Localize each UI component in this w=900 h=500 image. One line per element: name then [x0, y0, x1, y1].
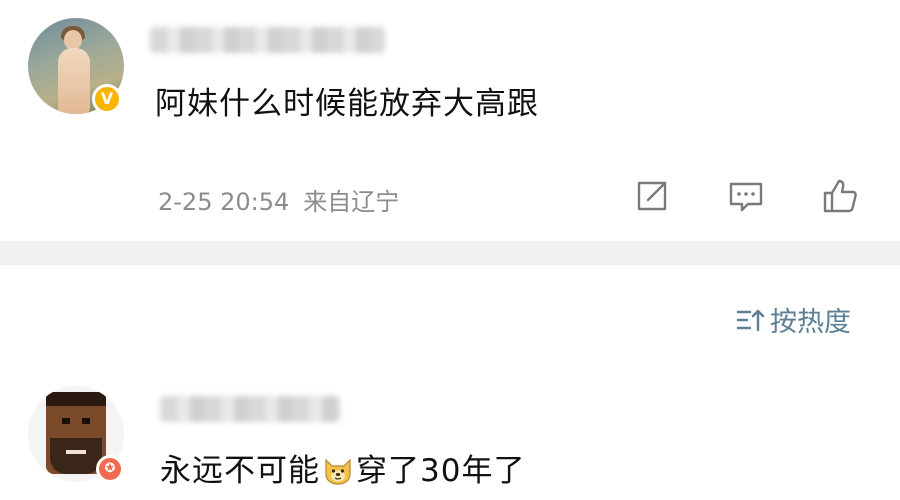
username-blurred[interactable]	[160, 396, 340, 422]
sort-label: 按热度	[770, 307, 851, 338]
comment-text-part: 永远不可能	[160, 453, 320, 489]
sort-icon	[736, 309, 765, 331]
username-blurred[interactable]	[150, 27, 385, 53]
section-divider	[0, 241, 900, 265]
comment-text-part: 穿了30年了	[356, 453, 526, 489]
doge-emoji-icon	[325, 458, 351, 485]
sort-by-popularity-button[interactable]: 按热度	[736, 300, 851, 339]
verified-badge: V	[92, 84, 122, 114]
timestamp: 2-25 20:54	[158, 188, 290, 216]
location: 来自辽宁	[303, 188, 400, 216]
comment-text: 阿妹什么时候能放弃大高跟	[155, 86, 539, 122]
comment-icon[interactable]	[726, 176, 766, 216]
member-badge: ✪	[96, 455, 124, 483]
comment-text: 永远不可能 穿了30年了	[160, 445, 525, 490]
like-icon[interactable]	[820, 176, 860, 216]
comment-feed: V 阿妹什么时候能放弃大高跟 2-25 20:54 来自辽宁 按热度 ✪ 永远不…	[0, 0, 900, 500]
share-icon[interactable]	[632, 176, 672, 216]
comment-meta: 2-25 20:54 来自辽宁	[158, 182, 399, 217]
